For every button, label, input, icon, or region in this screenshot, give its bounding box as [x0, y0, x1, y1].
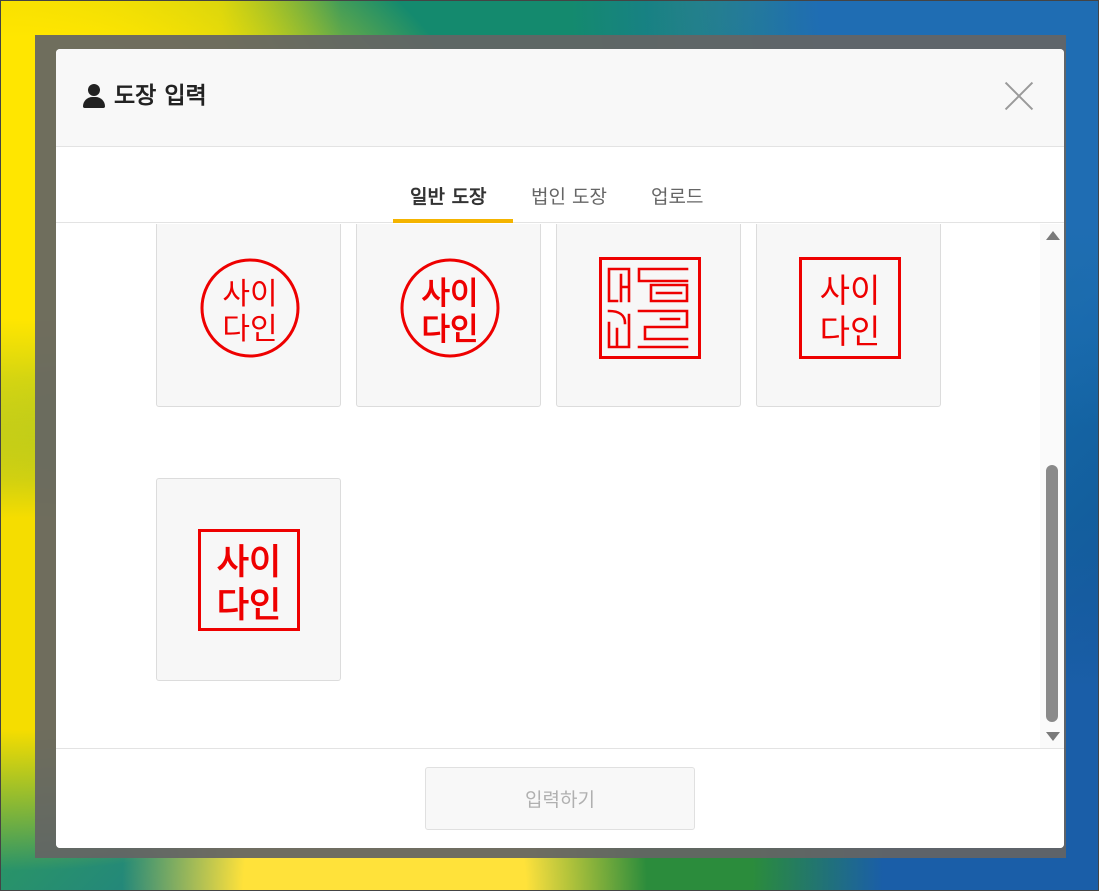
stamp-text-line2: 다인	[820, 312, 881, 351]
stamp-option-square-regular[interactable]: 사이 다인	[756, 224, 941, 407]
stamp-option-seal-script[interactable]	[556, 224, 741, 407]
tab-bar: 일반 도장 법인 도장 업로드	[56, 148, 1064, 223]
submit-button[interactable]: 입력하기	[425, 767, 695, 830]
stamp-text-line2: 다인	[222, 312, 277, 347]
stamp-text-line1: 사이	[217, 543, 281, 583]
person-icon	[82, 82, 106, 110]
stamp-text-line2: 다인	[217, 586, 281, 626]
stamp-text-line1: 사이	[421, 276, 478, 312]
scroll-up-arrow-icon[interactable]	[1046, 231, 1060, 240]
stamp-image: 사이 다인	[198, 529, 300, 631]
scroll-down-arrow-icon[interactable]	[1046, 732, 1060, 741]
stamp-image: 사이 다인	[400, 258, 500, 358]
close-icon[interactable]	[1003, 80, 1035, 112]
tab-corporate-stamp[interactable]: 법인 도장	[531, 182, 607, 222]
active-tab-indicator	[393, 219, 513, 223]
stamp-input-modal: 도장 입력 일반 도장 법인 도장 업로드 사이 다인 사이 다인 사이 다인 …	[56, 49, 1064, 848]
scroll-thumb[interactable]	[1046, 465, 1058, 722]
stamp-image: 사이 다인	[200, 258, 300, 358]
stamp-option-circle-regular[interactable]: 사이 다인	[156, 224, 341, 407]
stamp-image: 사이 다인	[799, 257, 901, 359]
stamp-text-line1: 사이	[222, 277, 277, 312]
modal-header: 도장 입력	[56, 49, 1064, 147]
stamp-option-circle-bold[interactable]: 사이 다인	[356, 224, 541, 407]
modal-title-group: 도장 입력	[82, 82, 207, 110]
stamp-text-line2: 다인	[421, 312, 478, 348]
stamp-image	[599, 257, 701, 359]
stamp-list: 사이 다인 사이 다인 사이 다인 사이 다인	[56, 224, 1064, 748]
vertical-scrollbar[interactable]	[1040, 224, 1064, 748]
stamp-option-square-bold[interactable]: 사이 다인	[156, 478, 341, 681]
stamp-text-line1: 사이	[820, 271, 881, 310]
modal-title: 도장 입력	[114, 83, 207, 109]
tab-general-stamp[interactable]: 일반 도장	[410, 182, 487, 222]
tab-upload[interactable]: 업로드	[651, 182, 703, 222]
modal-footer: 입력하기	[56, 748, 1064, 848]
